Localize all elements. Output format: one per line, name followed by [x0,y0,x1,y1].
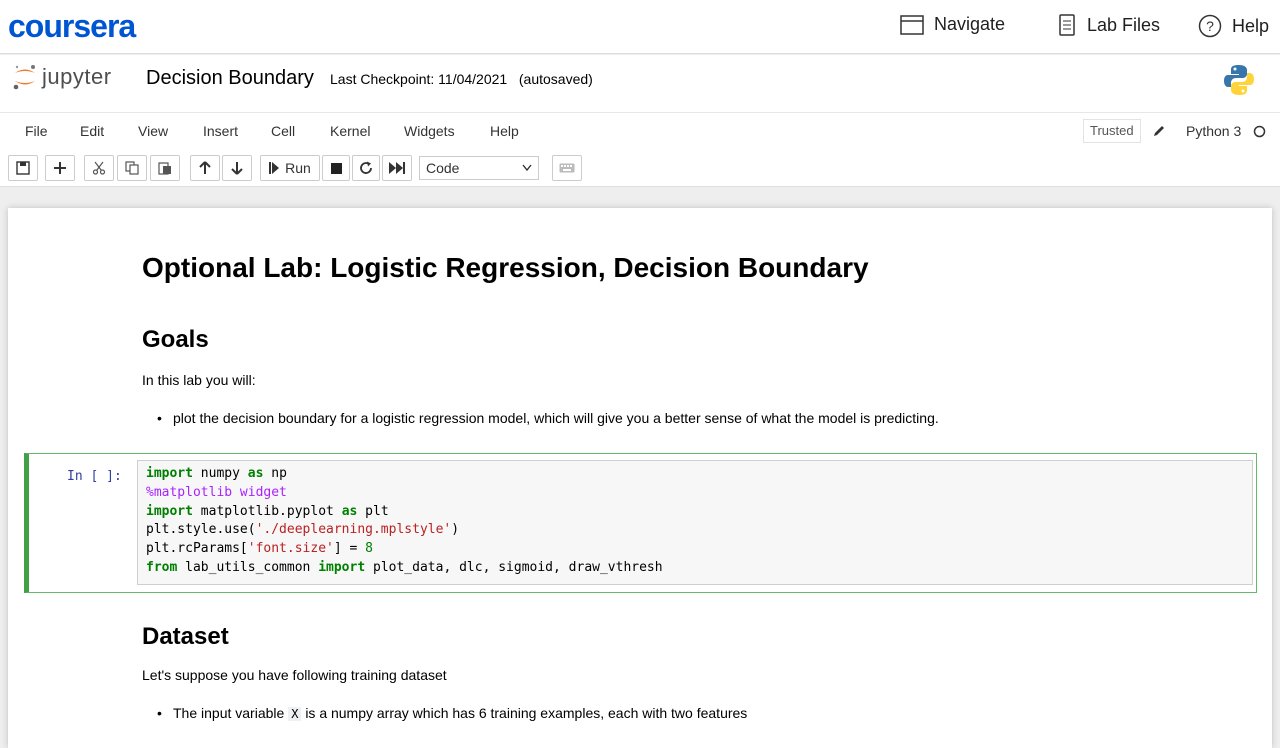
jupyter-header: jupyter Decision Boundary Last Checkpoin… [0,55,1280,112]
restart-kernel-button[interactable] [352,155,380,181]
code-token: ) [451,522,460,538]
save-icon [16,161,30,175]
arrow-up-icon [199,161,211,175]
kernel-idle-icon [1253,125,1266,138]
lab-files-button[interactable]: Lab Files [1057,14,1160,36]
step-forward-icon [269,162,280,174]
code-token: './deeplearning.mplstyle' [255,522,452,538]
paste-button[interactable] [150,155,180,181]
goals-intro: In this lab you will: [142,372,256,388]
jupyter-logo-text: jupyter [42,64,112,89]
menu-bar: File Edit View Insert Cell Kernel Widget… [0,112,1280,150]
menu-kernel[interactable]: Kernel [330,123,370,139]
cell-prompt: In [ ]: [67,469,122,484]
move-down-button[interactable] [222,155,252,181]
menu-edit[interactable]: Edit [80,123,104,139]
code-cell[interactable]: In [ ]: import numpy as np %matplotlib w… [24,453,1257,593]
dataset-bullet: The input variable X is a numpy array wh… [157,705,748,721]
code-token: plot_data, dlc, sigmoid, draw_vthresh [365,559,663,575]
kernel-name[interactable]: Python 3 [1186,123,1241,139]
run-button[interactable]: Run [260,155,320,181]
code-token: import [146,466,193,481]
plus-icon [54,162,66,174]
lab-files-label: Lab Files [1087,14,1161,35]
keyboard-icon [559,163,575,173]
code-token: lab_utils_common [177,559,319,575]
coursera-logo[interactable]: coursera [8,8,136,45]
python-logo-icon [1222,63,1256,97]
goals-heading: Goals [142,326,209,353]
code-editor[interactable]: import numpy as np %matplotlib widget im… [137,460,1253,585]
dataset-bullet-text-b: is a numpy array which has 6 training ex… [305,705,748,721]
code-token: plt.style.use( [146,522,256,538]
autosave-text: (autosaved) [518,71,593,87]
help-button[interactable]: ? Help [1198,14,1269,38]
dataset-bullet-text-a: The input variable [173,705,285,721]
arrow-down-icon [231,161,243,175]
dataset-intro: Let's suppose you have following trainin… [142,667,447,683]
code-token: plt.rcParams[ [146,541,248,557]
help-icon: ? [1198,14,1222,38]
inline-code-x: X [288,707,302,721]
code-token: as [341,503,358,519]
notebook-name[interactable]: Decision Boundary [146,67,314,90]
menu-widgets[interactable]: Widgets [404,123,455,139]
refresh-icon [359,161,373,175]
code-token: 8 [365,541,373,557]
jupyter-logo[interactable]: jupyter [12,63,112,91]
code-token: 'font.size' [247,541,334,557]
cell-type-select[interactable]: Code [419,156,539,180]
cut-button[interactable] [84,155,114,181]
document-icon [1057,14,1077,36]
checkpoint-status: Last Checkpoint: 11/04/2021 (autosaved) [330,71,593,87]
cell-type-value: Code [426,160,460,176]
code-token: plt [357,503,389,519]
menu-view[interactable]: View [138,123,168,139]
paste-icon [158,161,172,175]
scissors-icon [92,161,106,175]
menu-file[interactable]: File [25,123,48,139]
page-title: Optional Lab: Logistic Regression, Decis… [142,252,869,283]
goals-bullet: plot the decision boundary for a logisti… [157,410,939,426]
code-token: np [263,466,287,481]
checkpoint-text: Last Checkpoint: 11/04/2021 [330,71,508,87]
command-palette-button[interactable] [552,155,582,181]
window-icon [900,14,924,35]
move-up-button[interactable] [190,155,220,181]
stop-icon [330,162,342,174]
run-label: Run [285,160,311,176]
navigate-label: Navigate [934,14,1006,34]
code-token: numpy [192,466,248,481]
copy-icon [125,161,139,175]
svg-text:?: ? [1206,18,1214,34]
trusted-indicator[interactable]: Trusted [1083,119,1141,143]
menu-cell[interactable]: Cell [271,123,295,139]
code-token: matplotlib.pyplot [192,503,342,519]
insert-cell-button[interactable] [45,155,75,181]
help-label: Help [1232,15,1270,36]
coursera-header: coursera Navigate Lab Files ? Help [0,0,1280,54]
code-token: %matplotlib widget [146,484,287,500]
code-token: as [247,466,264,481]
menu-help[interactable]: Help [490,123,519,139]
interrupt-button[interactable] [322,155,350,181]
copy-button[interactable] [117,155,147,181]
navigate-button[interactable]: Navigate [900,14,1005,35]
code-token: import [146,503,193,519]
notebook-toolbar: Run Code [0,150,1280,187]
fast-forward-icon [389,162,405,174]
restart-run-all-button[interactable] [382,155,412,181]
jupyter-logo-icon [12,63,38,91]
dataset-heading: Dataset [142,623,229,650]
chevron-down-icon [522,164,532,172]
code-token: from [146,559,178,575]
menu-insert[interactable]: Insert [203,123,238,139]
edit-pencil-icon[interactable] [1152,124,1166,138]
code-token: import [318,559,366,575]
notebook-sheet: Optional Lab: Logistic Regression, Decis… [8,208,1272,748]
save-button[interactable] [8,155,38,181]
code-token: ] = [333,541,366,557]
